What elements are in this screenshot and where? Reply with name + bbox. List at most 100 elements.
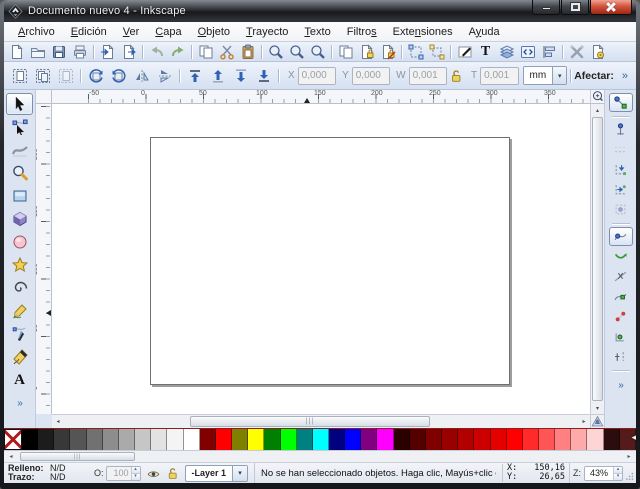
zoom-page-button[interactable]: [307, 43, 328, 61]
snap-nodes-button[interactable]: [609, 227, 633, 246]
tool-node-editor[interactable]: [6, 116, 33, 138]
lock-ratio-button[interactable]: [447, 65, 465, 87]
menu-texto[interactable]: Texto: [296, 24, 338, 40]
scroll-left-icon[interactable]: ◂: [52, 415, 64, 428]
palette-swatch[interactable]: [361, 429, 377, 450]
paste-button[interactable]: [237, 43, 258, 61]
copy-button[interactable]: [195, 43, 216, 61]
open-button[interactable]: [27, 43, 48, 61]
tool-rectangle[interactable]: [6, 185, 33, 207]
palette-scroll-right-icon[interactable]: ▸: [622, 451, 636, 462]
unlink-clone-button[interactable]: [377, 43, 398, 61]
snap-paths-button[interactable]: [609, 247, 633, 266]
palette-swatch[interactable]: [426, 429, 442, 450]
raise-button[interactable]: [206, 65, 229, 87]
snap-bbox-corners-button[interactable]: [609, 160, 633, 179]
palette-swatch[interactable]: [151, 429, 167, 450]
select-all-button[interactable]: [8, 65, 31, 87]
palette-swatch[interactable]: [184, 429, 200, 450]
palette-swatch[interactable]: [22, 429, 38, 450]
palette-swatch[interactable]: [604, 429, 620, 450]
color-management-corner[interactable]: [590, 414, 604, 428]
menu-archivo[interactable]: Archivo: [10, 24, 63, 40]
tool-pencil[interactable]: [6, 300, 33, 322]
layer-selector[interactable]: -Layer 1 ▾: [185, 465, 249, 482]
opacity-input[interactable]: [107, 467, 131, 480]
xml-editor-button[interactable]: [517, 43, 538, 61]
menu-ver[interactable]: Ver: [115, 24, 148, 40]
scroll-right-icon[interactable]: ▸: [578, 415, 590, 428]
scroll-down-icon[interactable]: ▾: [591, 402, 604, 414]
import-button[interactable]: [97, 43, 118, 61]
rotate-cw-button[interactable]: [107, 65, 130, 87]
snap-cusp-nodes-button[interactable]: [609, 287, 633, 306]
palette-swatch[interactable]: [281, 429, 297, 450]
create-clone-button[interactable]: [356, 43, 377, 61]
tool-spiral[interactable]: [6, 277, 33, 299]
snap-path-intersections-button[interactable]: [609, 267, 633, 286]
tool-tweak[interactable]: [6, 139, 33, 161]
print-button[interactable]: [69, 43, 90, 61]
palette-swatch[interactable]: [135, 429, 151, 450]
new-document-button[interactable]: [6, 43, 27, 61]
snap-enable-button[interactable]: [609, 93, 633, 112]
palette-swatch[interactable]: [4, 429, 22, 450]
align-distribute-button[interactable]: [538, 43, 559, 61]
export-button[interactable]: [118, 43, 139, 61]
snap-object-centers-button[interactable]: [609, 347, 633, 366]
palette-swatch[interactable]: [377, 429, 393, 450]
rotate-ccw-button[interactable]: [84, 65, 107, 87]
layers-dialog-button[interactable]: [496, 43, 517, 61]
horizontal-ruler[interactable]: -50 0 50 100 150 200 250 300 350: [52, 90, 590, 104]
palette-swatch[interactable]: [539, 429, 555, 450]
units-dropdown[interactable]: mm ▾: [523, 66, 568, 85]
palette-scrollbar[interactable]: ◂ ||| ▸: [4, 450, 636, 462]
redo-button[interactable]: [167, 43, 188, 61]
save-button[interactable]: [48, 43, 69, 61]
canvas[interactable]: [52, 104, 590, 414]
undo-button[interactable]: [146, 43, 167, 61]
select-all-layers-button[interactable]: [31, 65, 54, 87]
scroll-up-icon[interactable]: ▴: [591, 104, 604, 116]
flip-vertical-button[interactable]: [153, 65, 176, 87]
palette-swatch[interactable]: [523, 429, 539, 450]
palette-swatch[interactable]: [313, 429, 329, 450]
toolbox-overflow-button[interactable]: »: [17, 398, 22, 409]
palette-scroll-icon[interactable]: ◂: [631, 432, 636, 443]
flip-horizontal-button[interactable]: [130, 65, 153, 87]
palette-swatch[interactable]: [167, 429, 183, 450]
menu-extensiones[interactable]: Extensiones: [385, 24, 461, 40]
lower-to-bottom-button[interactable]: [252, 65, 275, 87]
duplicate-button[interactable]: [335, 43, 356, 61]
palette-swatch[interactable]: [87, 429, 103, 450]
tool-zoom[interactable]: [6, 162, 33, 184]
palette-swatch[interactable]: [232, 429, 248, 450]
palette-swatch[interactable]: [103, 429, 119, 450]
snap-bbox-edge-midpoints-button[interactable]: [609, 180, 633, 199]
raise-to-top-button[interactable]: [183, 65, 206, 87]
menu-ayuda[interactable]: Ayuda: [461, 24, 508, 40]
vertical-scrollbar-thumb[interactable]: [592, 117, 603, 401]
palette-swatch[interactable]: [38, 429, 54, 450]
text-dialog-button[interactable]: T: [475, 43, 496, 61]
palette-swatch[interactable]: [70, 429, 86, 450]
snap-line-midpoints-button[interactable]: [609, 327, 633, 346]
tool-ellipse[interactable]: [6, 231, 33, 253]
palette-scroll-left-icon[interactable]: ◂: [4, 451, 18, 462]
palette-swatch[interactable]: [54, 429, 70, 450]
tool-bezier[interactable]: [6, 323, 33, 345]
fill-stroke-indicator[interactable]: Relleno:N/D Trazo:N/D: [8, 464, 80, 482]
menu-edicion[interactable]: Edición: [63, 24, 115, 40]
palette-swatch[interactable]: [248, 429, 264, 450]
toolbar-overflow-button[interactable]: »: [622, 70, 628, 82]
menu-trayecto[interactable]: Trayecto: [238, 24, 296, 40]
zoom-drawing-button[interactable]: [286, 43, 307, 61]
group-button[interactable]: [405, 43, 426, 61]
menu-objeto[interactable]: Objeto: [190, 24, 238, 40]
snap-toolbar-overflow-button[interactable]: »: [618, 380, 623, 391]
palette-swatch[interactable]: [507, 429, 523, 450]
horizontal-scrollbar[interactable]: ◂ ||| ▸: [52, 414, 590, 428]
palette-swatch[interactable]: [571, 429, 587, 450]
palette-swatch[interactable]: [119, 429, 135, 450]
title-bar[interactable]: Documento nuevo 4 - Inkscape: [4, 0, 636, 22]
